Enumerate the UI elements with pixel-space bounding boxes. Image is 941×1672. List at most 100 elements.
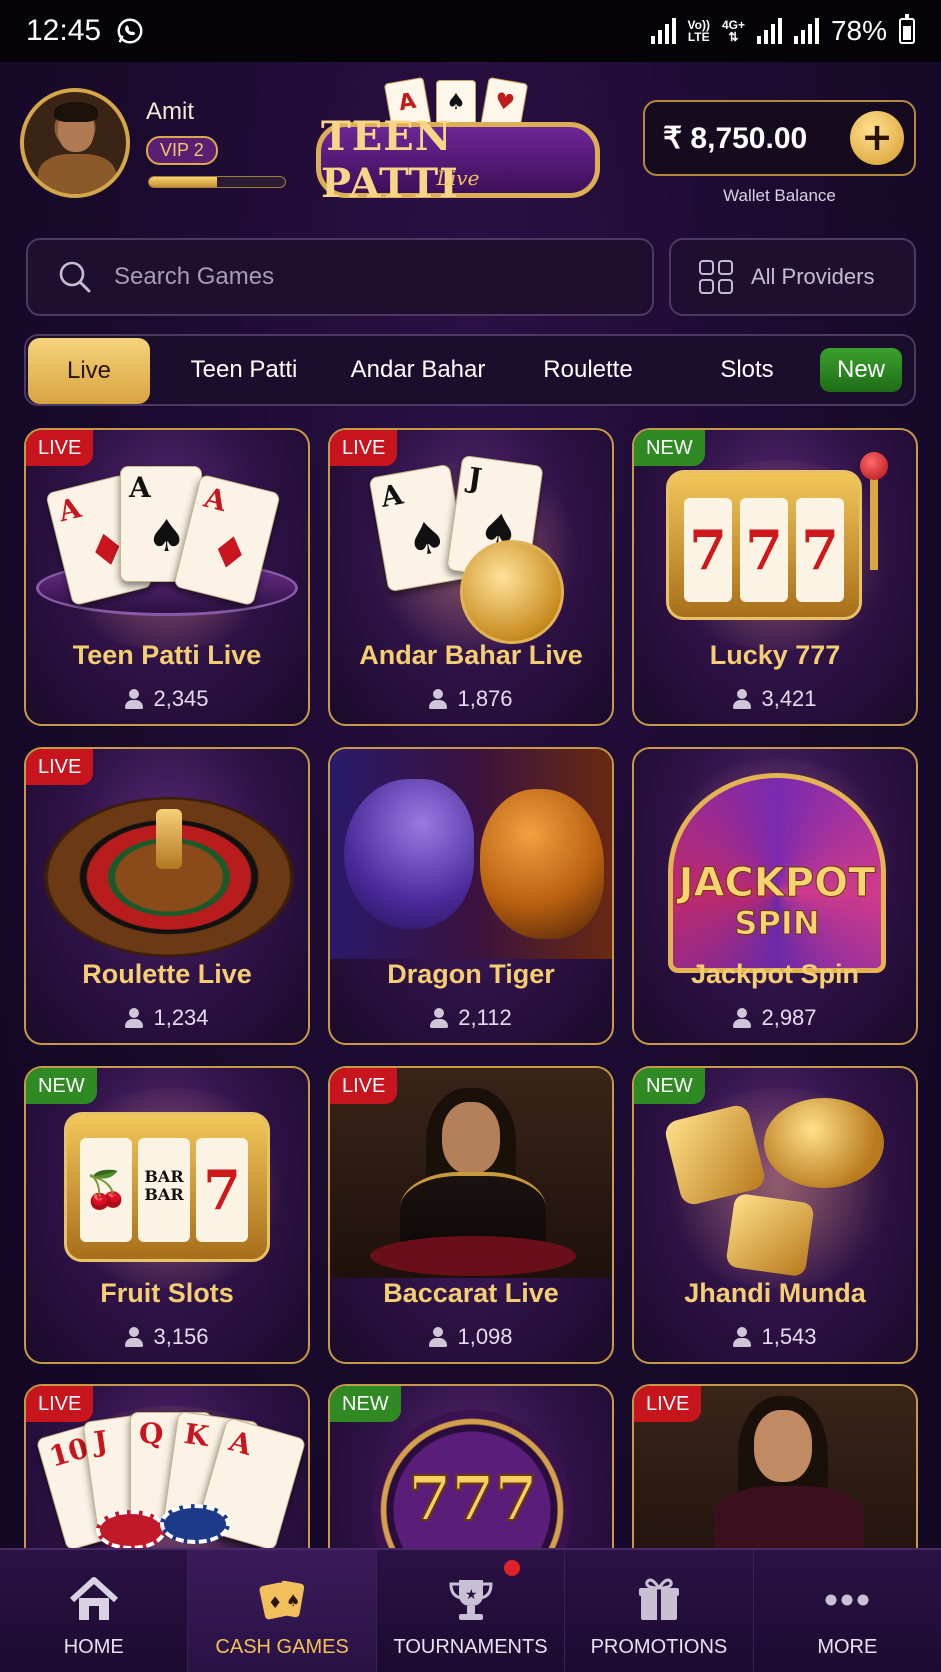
trophy-icon: ★ <box>449 1580 493 1620</box>
user-icon <box>430 1008 449 1028</box>
game-title: Roulette Live <box>82 959 252 989</box>
live-badge: LIVE <box>26 749 94 785</box>
game-card-jhandi-munda[interactable]: NEW Jhandi Munda 1,543 <box>632 1066 918 1364</box>
signal-icon <box>650 18 676 44</box>
app-logo: A ♠ ♥ TEEN PATTI Live <box>312 74 604 210</box>
game-card-jackpot-spin[interactable]: JACKPOT SPIN Jackpot Spin 2,987 <box>632 747 918 1045</box>
new-badge: NEW <box>330 1386 401 1422</box>
nav-label: PROMOTIONS <box>590 1636 728 1658</box>
volte-label: Vo)) LTE <box>687 18 710 44</box>
cards-icon: ♦ ♠ <box>259 1580 305 1620</box>
nav-label: TOURNAMENTS <box>393 1636 548 1658</box>
player-count: 3,421 <box>634 686 916 712</box>
new-badge: NEW <box>634 1068 705 1104</box>
jackpot-art-text: JACKPOT <box>678 860 876 906</box>
notification-dot <box>504 1560 520 1576</box>
game-art <box>330 749 612 959</box>
nav-home[interactable]: HOME <box>0 1550 189 1672</box>
tab-andar-bahar[interactable]: Andar Bahar <box>336 336 500 404</box>
vip-badge[interactable]: VIP 2 <box>146 136 218 165</box>
new-badge: NEW <box>634 430 705 466</box>
signal-strength-icon <box>756 18 782 44</box>
game-card-lucky-777[interactable]: 7 7 7 NEW Lucky 777 3,421 <box>632 428 918 726</box>
status-time: 12:45 <box>26 14 102 47</box>
tab-new[interactable]: New <box>820 348 902 392</box>
player-count: 2,112 <box>330 1005 612 1031</box>
add-funds-button[interactable]: + <box>850 111 904 165</box>
live-badge: LIVE <box>26 1386 94 1422</box>
logo-title: TEEN PATTI <box>321 113 459 207</box>
live-badge: LIVE <box>634 1386 702 1422</box>
game-title: Teen Patti Live <box>72 640 262 670</box>
battery-percent: 78% <box>830 15 887 46</box>
providers-label: All Providers <box>751 264 875 289</box>
wallet-balance[interactable]: ₹ 8,750.00 + <box>643 100 916 176</box>
nav-more[interactable]: MORE <box>754 1550 941 1672</box>
svg-text:★: ★ <box>465 1587 478 1603</box>
gift-icon <box>638 1578 679 1620</box>
logo-subtitle: Live <box>436 166 480 190</box>
tab-teen-patti[interactable]: Teen Patti <box>174 336 314 404</box>
home-icon <box>69 1577 118 1620</box>
battery-icon <box>899 14 915 44</box>
player-count: 2,987 <box>634 1005 916 1031</box>
user-icon <box>125 1327 144 1347</box>
player-count: 1,543 <box>634 1324 916 1350</box>
user-icon <box>733 689 752 709</box>
player-count: 1,234 <box>26 1005 308 1031</box>
bottom-nav: HOME ♦ ♠ CASH GAMES ★ TOURNAMENTS PROMOT… <box>0 1548 941 1672</box>
game-card-fruit-slots[interactable]: 🍒 BAR BAR 7 NEW Fruit Slots 3,156 <box>24 1066 310 1364</box>
svg-text:♠: ♠ <box>286 1591 300 1610</box>
spin-art-text: SPIN <box>734 904 820 942</box>
tab-roulette[interactable]: Roulette <box>526 336 650 404</box>
user-name: Amit <box>146 98 194 125</box>
grid-icon <box>699 260 733 294</box>
game-card-teen-patti-live[interactable]: A ♦ A ♠ A ♦ LIVE Teen Patti Live 2,345 <box>24 428 310 726</box>
whatsapp-icon <box>117 18 143 44</box>
game-title: Fruit Slots <box>100 1278 234 1308</box>
user-icon <box>429 1327 448 1347</box>
nav-tournaments[interactable]: ★ TOURNAMENTS <box>377 1550 566 1672</box>
game-card-baccarat-live[interactable]: LIVE Baccarat Live 1,098 <box>328 1066 614 1364</box>
game-title: Baccarat Live <box>383 1278 559 1308</box>
game-title: Andar Bahar Live <box>359 640 583 670</box>
game-title: Jackpot Spin <box>690 959 860 989</box>
game-card-dragon-tiger[interactable]: Dragon Tiger 2,112 <box>328 747 614 1045</box>
search-icon <box>59 261 91 293</box>
nav-promotions[interactable]: PROMOTIONS <box>565 1550 754 1672</box>
avatar[interactable] <box>20 88 130 198</box>
nav-cash-games[interactable]: ♦ ♠ CASH GAMES <box>188 1550 377 1672</box>
tab-slots[interactable]: Slots <box>702 336 792 404</box>
game-title: Lucky 777 <box>709 640 841 670</box>
tab-live[interactable]: Live <box>28 338 150 404</box>
svg-text:♦: ♦ <box>268 1593 282 1612</box>
game-title: Dragon Tiger <box>387 959 555 989</box>
all-providers-button[interactable]: All Providers <box>669 238 916 316</box>
user-icon <box>125 689 144 709</box>
game-card-roulette-live[interactable]: LIVE Roulette Live 1,234 <box>24 747 310 1045</box>
wallet-label: Wallet Balance <box>723 186 836 205</box>
search-bar[interactable] <box>26 238 654 316</box>
nav-label: HOME <box>63 1636 124 1658</box>
player-count: 2,345 <box>26 686 308 712</box>
live-badge: LIVE <box>330 1068 398 1104</box>
game-card-andar-bahar-live[interactable]: A ♠ J ♠ LIVE Andar Bahar Live 1,876 <box>328 428 614 726</box>
vip-progress-fill <box>149 177 217 187</box>
jackpot-777-art-text: 777 <box>407 1461 538 1536</box>
game-art: JACKPOT SPIN <box>634 749 916 973</box>
more-dots-icon <box>825 1594 869 1606</box>
live-badge: LIVE <box>330 430 398 466</box>
player-count: 1,098 <box>330 1324 612 1350</box>
search-input[interactable] <box>114 263 594 291</box>
user-icon <box>429 689 448 709</box>
user-icon <box>125 1008 144 1028</box>
live-badge: LIVE <box>26 430 94 466</box>
status-bar: 12:45 Vo)) LTE 4G+ ⇅ 78% <box>0 0 941 62</box>
new-badge: NEW <box>26 1068 97 1104</box>
category-tabs: Live Teen Patti Andar Bahar Roulette Slo… <box>24 334 916 406</box>
nav-label: CASH GAMES <box>215 1636 349 1658</box>
signal-strength-2-icon <box>793 18 819 44</box>
network-type-label: 4G+ ⇅ <box>721 18 745 44</box>
vip-progress-bar <box>148 176 286 188</box>
status-indicators: Vo)) LTE 4G+ ⇅ 78% <box>650 14 915 47</box>
